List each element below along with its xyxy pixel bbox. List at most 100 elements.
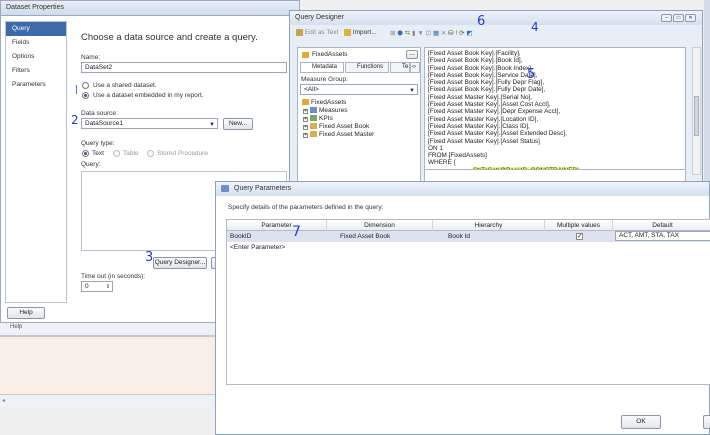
- scroll-left-icon[interactable]: ◂: [2, 397, 5, 404]
- refresh-icon[interactable]: ⟳: [459, 30, 464, 37]
- measure-group-label: Measure Group:: [301, 76, 348, 83]
- empty-cells-icon[interactable]: ⊡: [426, 30, 431, 37]
- delete-x-icon[interactable]: ✕: [441, 30, 446, 37]
- data-source-select[interactable]: DataSource1 ▼: [81, 118, 218, 129]
- background-scrollbar[interactable]: ◂: [0, 394, 215, 408]
- hierarchy-cell[interactable]: Book Id: [445, 231, 545, 242]
- filter-icon[interactable]: ▼: [417, 30, 423, 37]
- ok-button[interactable]: OK: [621, 415, 661, 429]
- minimize-icon[interactable]: –: [661, 14, 672, 22]
- column-header-default[interactable]: Default: [613, 220, 710, 231]
- annotation-5: 5: [527, 67, 536, 82]
- tree-item-label: Fixed Asset Book: [319, 123, 370, 130]
- tree-item-fixed-asset-book[interactable]: Fixed Asset Book: [310, 123, 369, 131]
- mdx-line: [Fixed Asset Master Key].[Serial No],: [428, 93, 533, 101]
- embedded-dataset-radio[interactable]: [82, 92, 89, 99]
- query-designer-titlebar: Query Designer – ▭ ✕: [290, 11, 702, 25]
- data-source-value: DataSource1: [85, 120, 123, 127]
- mdx-scrollbar[interactable]: [692, 47, 701, 175]
- mdx-lines: [Fixed Asset Book Key].[Facility], [Fixed…: [428, 50, 682, 167]
- dimension-cell[interactable]: Fixed Asset Book: [337, 231, 433, 242]
- enter-parameter-cell[interactable]: <Enter Parameter>: [227, 242, 327, 253]
- query-type-table-radio[interactable]: [113, 150, 120, 157]
- cube-selector[interactable]: FixedAssets ...: [300, 50, 419, 60]
- import-button[interactable]: Import...: [344, 29, 377, 36]
- tree-item-fixed-asset-master[interactable]: Fixed Asset Master: [310, 131, 374, 139]
- window-buttons: – ▭ ✕: [660, 14, 696, 22]
- tree-item-kpis[interactable]: KPIs: [310, 115, 333, 123]
- default-cell[interactable]: ACT, AMT, STA, TAX: [615, 231, 710, 241]
- tab-metadata[interactable]: Metadata: [300, 62, 344, 73]
- edit-as-text-button[interactable]: Edit as Text: [296, 29, 338, 36]
- query-type-text-radio[interactable]: [82, 150, 89, 157]
- query-designer-title: Query Designer: [295, 14, 345, 21]
- mdx-line: [Fixed Asset Book Key].[Book Id],: [428, 57, 523, 65]
- tab-scroll-arrows[interactable]: ‹›: [410, 62, 420, 73]
- tree-item-measures[interactable]: Measures: [310, 107, 348, 115]
- help-button[interactable]: Help: [7, 307, 45, 319]
- chevron-down-icon: ▼: [409, 88, 415, 94]
- delete-icon[interactable]: ▮: [412, 30, 416, 37]
- background-toolbar: Help: [0, 323, 215, 336]
- cube-icon: [302, 52, 309, 58]
- nav-item-query[interactable]: Query: [6, 22, 66, 36]
- query-parameters-icon[interactable]: ⛁: [448, 30, 453, 37]
- column-header-hierarchy[interactable]: Hierarchy: [433, 220, 545, 231]
- cube-icon[interactable]: ⬢: [397, 30, 403, 37]
- query-type-stored-label: Stored Procedure: [157, 150, 208, 157]
- column-header-multiple-values[interactable]: Multiple values: [545, 220, 613, 231]
- annotation-4: 4: [531, 20, 539, 34]
- measure-group-select[interactable]: <All> ▼: [300, 84, 418, 95]
- mdx-line: [Fixed Asset Book Key].[Book Index],: [428, 64, 533, 72]
- mdx-line: [Fixed Asset Book Key].[Facility],: [428, 50, 521, 57]
- shared-dataset-radio[interactable]: [82, 82, 89, 89]
- dataset-properties-title: Dataset Properties: [6, 4, 64, 11]
- kpi-icon: [310, 115, 317, 122]
- mdx-line: [Fixed Asset Master Key].[Asset Extended…: [428, 130, 567, 138]
- query-type-stored-radio[interactable]: [147, 150, 154, 157]
- tree-item-label: KPIs: [319, 115, 333, 122]
- mdx-query-editor[interactable]: [Fixed Asset Book Key].[Facility], [Fixed…: [424, 47, 686, 175]
- spinner-icon[interactable]: ⇕: [106, 283, 110, 291]
- parameters-grid: Parameter Dimension Hierarchy Multiple v…: [226, 219, 710, 385]
- background-panel: [0, 336, 215, 394]
- maximize-icon[interactable]: ▭: [673, 14, 684, 22]
- mdx-line: ON 1: [428, 144, 443, 152]
- nav-item-options[interactable]: Options: [6, 50, 66, 64]
- query-parameters-title: Query Parameters: [234, 185, 292, 192]
- query-type-text-label: Text: [92, 150, 104, 157]
- multiple-values-checkbox[interactable]: ✓: [576, 233, 583, 240]
- run-icon[interactable]: !: [455, 30, 457, 37]
- expand-icon[interactable]: +: [303, 125, 308, 130]
- embedded-dataset-label: Use a dataset embedded in my report.: [93, 92, 204, 99]
- tree-item-cube[interactable]: FixedAssets: [302, 99, 346, 107]
- name-input[interactable]: DataSet2: [81, 62, 287, 73]
- parameter-cell[interactable]: BookID: [227, 231, 327, 242]
- timeout-input[interactable]: 0 ⇕: [81, 281, 113, 292]
- nav-item-parameters[interactable]: Parameters: [6, 78, 66, 92]
- new-data-source-button[interactable]: New...: [223, 118, 253, 130]
- table-row[interactable]: <Enter Parameter>: [227, 242, 710, 253]
- nav-item-filters[interactable]: Filters: [6, 64, 66, 78]
- chevron-down-icon: ▼: [209, 122, 215, 128]
- nav-item-fields[interactable]: Fields: [6, 36, 66, 50]
- column-header-dimension[interactable]: Dimension: [327, 220, 433, 231]
- tab-templates[interactable]: Te: [390, 62, 410, 73]
- expand-icon[interactable]: +: [303, 109, 308, 114]
- scrollbar-thumb[interactable]: [694, 96, 699, 136]
- cancel-query-icon[interactable]: ⊠: [390, 30, 395, 37]
- query-designer-button[interactable]: Query Designer...: [153, 257, 207, 269]
- expand-icon[interactable]: +: [303, 133, 308, 138]
- mdx-line: [Fixed Asset Master Key].[Depr Expense A…: [428, 108, 561, 116]
- table-icon[interactable]: ▦: [433, 30, 439, 37]
- cancel-button-partial[interactable]: [703, 415, 710, 429]
- close-icon[interactable]: ✕: [685, 14, 696, 22]
- expand-icon[interactable]: +: [303, 117, 308, 122]
- dataset-properties-titlebar: Dataset Properties: [1, 1, 299, 16]
- cube-browse-button[interactable]: ...: [406, 50, 418, 59]
- pivot-icon[interactable]: ⇆: [405, 30, 410, 37]
- column-header-parameter[interactable]: Parameter: [227, 220, 327, 231]
- tab-functions[interactable]: Functions: [345, 62, 389, 73]
- annotation-mark: |: [75, 85, 79, 95]
- design-mode-icon[interactable]: ◩: [466, 30, 472, 37]
